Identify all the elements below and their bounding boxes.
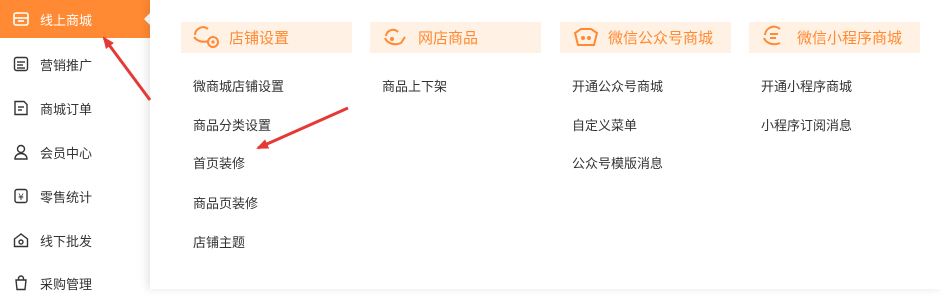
online-goods-icon [380,25,412,51]
link-homepage-decoration[interactable]: 首页装修 [193,153,245,172]
sidebar-item-label: 线上商城 [40,13,93,29]
store-icon [12,10,30,28]
statistics-icon: ¥ [12,187,30,205]
column-title: 网店商品 [418,29,479,47]
sidebar-item-member-center[interactable]: 会员中心 [0,133,150,171]
column-mini-program: 微信小程序商城 开通小程序商城 小程序订阅消息 [749,22,920,134]
sidebar-item-label: 商城订单 [40,102,93,118]
column-header: 微信公众号商城 [560,22,731,53]
marketing-icon [12,55,30,73]
order-icon [12,99,30,117]
link-shop-theme[interactable]: 店铺主题 [193,232,245,251]
wechat-official-icon [570,25,602,51]
sidebar-item-label: 营销推广 [40,58,93,74]
sidebar-item-offline-wholesale[interactable]: 线下批发 [0,221,150,259]
link-open-mini-program-mall[interactable]: 开通小程序商城 [761,76,852,95]
link-template-messages[interactable]: 公众号模版消息 [572,153,663,172]
sidebar-item-label: 采购管理 [40,277,93,293]
wholesale-icon [12,231,30,249]
link-product-page-decoration[interactable]: 商品页装修 [193,193,258,212]
column-header: 网店商品 [370,22,541,53]
sidebar-item-label: 零售统计 [40,190,93,206]
link-wsc-shop-settings[interactable]: 微商城店铺设置 [193,76,284,95]
column-online-goods: 网店商品 商品上下架 [370,22,541,95]
column-header: 微信小程序商城 [749,22,920,53]
member-icon [12,143,30,161]
link-category-settings[interactable]: 商品分类设置 [193,115,271,134]
column-title: 微信公众号商城 [608,29,714,47]
sidebar-item-purchase-management[interactable]: 采购管理 [0,264,150,302]
sidebar-item-marketing[interactable]: 营销推广 [0,45,150,83]
column-shop-settings: 店铺设置 微商城店铺设置 商品分类设置 首页装修 商品页装修 店铺主题 [181,22,352,251]
sidebar: 线上商城 营销推广 商城订单 会员中心 ¥ 零售统计 线下批发 采购管理 [0,0,151,293]
purchase-icon [12,274,30,292]
sidebar-item-retail-stats[interactable]: ¥ 零售统计 [0,177,150,215]
link-mini-program-subscriptions[interactable]: 小程序订阅消息 [761,115,852,134]
sidebar-item-label: 会员中心 [40,146,93,162]
sidebar-item-label: 线下批发 [40,234,93,250]
column-header: 店铺设置 [181,22,352,53]
column-title: 微信小程序商城 [797,29,903,47]
svg-text:¥: ¥ [18,193,24,203]
link-product-listing[interactable]: 商品上下架 [382,76,447,95]
sidebar-item-mall-orders[interactable]: 商城订单 [0,89,150,127]
mini-program-icon [759,25,791,51]
submenu-panel: 店铺设置 微商城店铺设置 商品分类设置 首页装修 商品页装修 店铺主题 网店商品… [150,0,942,289]
column-wechat-official: 微信公众号商城 开通公众号商城 自定义菜单 公众号模版消息 [560,22,731,172]
link-custom-menu[interactable]: 自定义菜单 [572,115,637,134]
column-title: 店铺设置 [229,29,290,47]
sidebar-item-online-mall[interactable]: 线上商城 [0,0,150,38]
link-open-official-mall[interactable]: 开通公众号商城 [572,76,663,95]
shop-settings-icon [191,25,223,51]
